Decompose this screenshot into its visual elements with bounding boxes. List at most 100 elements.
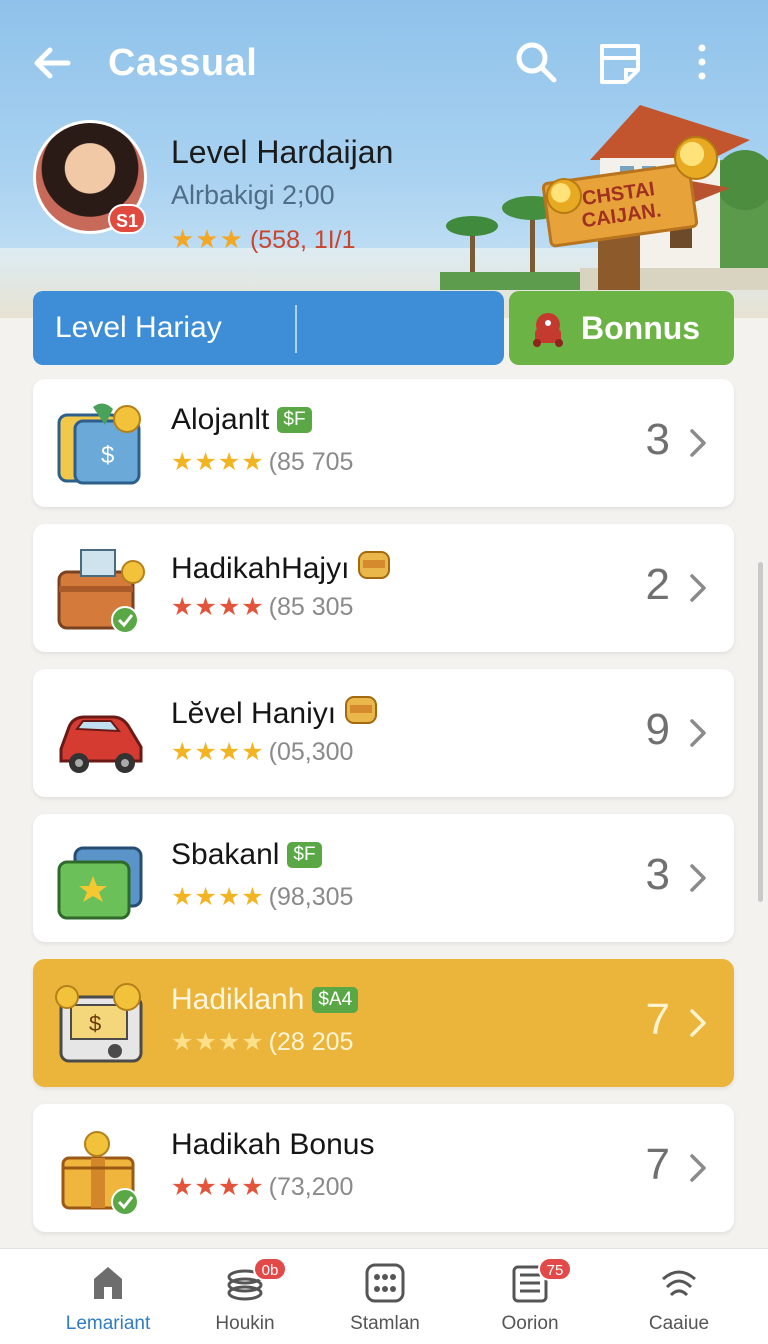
rating-stars-icon: ★★★★ <box>171 738 265 766</box>
price-tag: $F <box>277 407 312 433</box>
nav-item-houkin[interactable]: Houkin 0b <box>175 1249 315 1344</box>
list-item-title-text: Sbakanl <box>171 838 280 871</box>
tab-level[interactable]: Level Hariay <box>33 291 504 365</box>
arrow-left-icon[interactable] <box>28 38 78 88</box>
list-item-rating: ★★★★ (05,300 <box>171 737 353 767</box>
list-item-rating: ★★★★ (85 705 <box>171 447 353 477</box>
list-item-title-text: Hadikah Bonus <box>171 1128 375 1161</box>
search-icon[interactable] <box>512 38 560 86</box>
profile-subtitle: Alrbakigi 2;00 <box>171 180 335 210</box>
list-item-title: Sbakanl $F <box>171 838 322 872</box>
list-item-count: 7 <box>645 1140 670 1189</box>
note-icon[interactable] <box>596 38 644 86</box>
list-item-title: HadikahHajyı <box>171 548 391 586</box>
list-item-title-text: Lĕvel Haniyı <box>171 697 337 730</box>
gift-box-icon <box>61 1131 139 1216</box>
svg-text:$: $ <box>101 442 114 469</box>
coin-stack-icon <box>349 551 391 585</box>
list-item-title: Hadiklanh $A4 <box>171 983 359 1017</box>
home-icon <box>94 1267 122 1299</box>
avatar-badge: S1 <box>108 204 146 234</box>
tab-bonus-label: Bonnus <box>581 310 701 346</box>
rating-stars-icon: ★★★★ <box>171 1173 265 1201</box>
bonus-mascot-icon <box>533 313 563 347</box>
nav-label: Oorion <box>501 1313 559 1334</box>
tab-level-label: Level Hariay <box>55 311 222 344</box>
list-item-title: Alojanlt $F <box>171 403 312 437</box>
list-item-title-text: Alojanlt <box>171 403 270 436</box>
profile-rating: ★★★ (558, 1I/1 <box>171 224 356 255</box>
list-item[interactable]: Sbakanl $F ★★★★ (98,305 3 <box>33 814 734 942</box>
rating-stars-icon: ★★★★ <box>171 883 265 911</box>
list-item-count: 2 <box>645 560 670 609</box>
rating-stars-icon: ★★★★ <box>171 448 265 476</box>
price-tag: $F <box>287 842 322 868</box>
rating-stars-icon: ★★★★ <box>171 593 265 621</box>
chevron-right-icon[interactable] <box>686 858 710 898</box>
nav-label: Caaiue <box>648 1313 710 1334</box>
list-item-title: Lĕvel Haniyı <box>171 693 378 731</box>
chevron-right-icon[interactable] <box>686 1148 710 1188</box>
list-item-count: 3 <box>645 850 670 899</box>
rating-stars-icon: ★★★★ <box>171 1028 265 1056</box>
rating-stars-icon: ★★★ <box>171 224 244 254</box>
page-title: Cassual <box>108 42 258 84</box>
nav-label: Lemariant <box>65 1313 151 1334</box>
list-item-count: 3 <box>645 415 670 464</box>
list-item-title: Hadikah Bonus <box>171 1128 374 1162</box>
bottom-navigation: Lemariant Houkin 0b Stamlan Oorion 75 Caaiue <box>0 1248 768 1344</box>
chevron-right-icon[interactable] <box>686 1003 710 1043</box>
chevron-right-icon[interactable] <box>686 713 710 753</box>
nav-label: Houkin <box>215 1313 275 1334</box>
list-item-count: 9 <box>645 705 670 754</box>
sign-post <box>598 232 640 290</box>
list-item[interactable]: Lĕvel Haniyı ★★★★ (05,300 9 <box>33 669 734 797</box>
top-app-bar: Cassual <box>0 30 768 96</box>
wifi-waves-icon <box>662 1270 696 1297</box>
grid-dots-icon <box>365 1263 405 1303</box>
nav-item-oorion[interactable]: Oorion 75 <box>460 1249 600 1344</box>
list-item[interactable]: Hadikah Bonus ★★★★ (73,200 7 <box>33 1104 734 1232</box>
price-tag: $A4 <box>312 987 359 1013</box>
scrollbar[interactable] <box>758 562 763 902</box>
nav-label: Stamlan <box>350 1313 420 1334</box>
notification-badge: 75 <box>538 1257 572 1281</box>
gold-coin-icon <box>674 136 718 180</box>
tab-bonus[interactable]: Bonnus <box>509 291 734 365</box>
wallet-icon: $ <box>57 403 141 485</box>
car-icon <box>59 715 143 773</box>
list-item-rating: ★★★★ (28 205 <box>171 1027 353 1057</box>
header-banner: CHSTAI CAIJAN. Cassual S1 Level Hardaija… <box>0 0 768 318</box>
list-item-title-text: HadikahHajyı <box>171 552 350 585</box>
list-item-rating: ★★★★ (73,200 <box>171 1172 353 1202</box>
rating-text: (98,305 <box>268 883 354 911</box>
green-wallet-icon <box>57 846 143 920</box>
nav-item-stamlan[interactable]: Stamlan <box>315 1249 455 1344</box>
more-vertical-icon[interactable] <box>680 38 728 86</box>
chevron-right-icon[interactable] <box>686 423 710 463</box>
list-item[interactable]: $ Alojanlt $F ★★★★ (85 705 3 <box>33 379 734 507</box>
tab-cursor-divider <box>295 305 297 353</box>
list-item-rating: ★★★★ (98,305 <box>171 882 353 912</box>
list-item-count: 7 <box>645 995 670 1044</box>
coin-stack-icon <box>336 696 378 730</box>
list-item-title-text: Hadiklanh <box>171 983 305 1016</box>
rating-text: (73,200 <box>268 1173 354 1201</box>
svg-text:$: $ <box>89 1011 101 1036</box>
rating-text: (05,300 <box>268 738 354 766</box>
list-item[interactable]: $ Hadiklanh $A4 ★★★★ (28 205 7 <box>33 959 734 1087</box>
nav-item-caaiue[interactable]: Caaiue <box>609 1249 749 1344</box>
nav-item-lemariant[interactable]: Lemariant <box>38 1249 178 1344</box>
notification-badge: 0b <box>253 1257 287 1281</box>
profile-name: Level Hardaijan <box>171 134 394 170</box>
rating-text: (85 305 <box>268 593 354 621</box>
list-item-rating: ★★★★ (85 305 <box>171 592 353 622</box>
rating-text: (85 705 <box>268 448 354 476</box>
cash-register-icon: $ <box>55 983 143 1063</box>
profile-rating-text: (558, 1I/1 <box>249 226 356 254</box>
gold-coin-icon <box>546 178 582 214</box>
list-item[interactable]: HadikahHajyı ★★★★ (85 305 2 <box>33 524 734 652</box>
rating-text: (28 205 <box>268 1028 354 1056</box>
chevron-right-icon[interactable] <box>686 568 710 608</box>
suitcase-icon <box>57 549 145 634</box>
